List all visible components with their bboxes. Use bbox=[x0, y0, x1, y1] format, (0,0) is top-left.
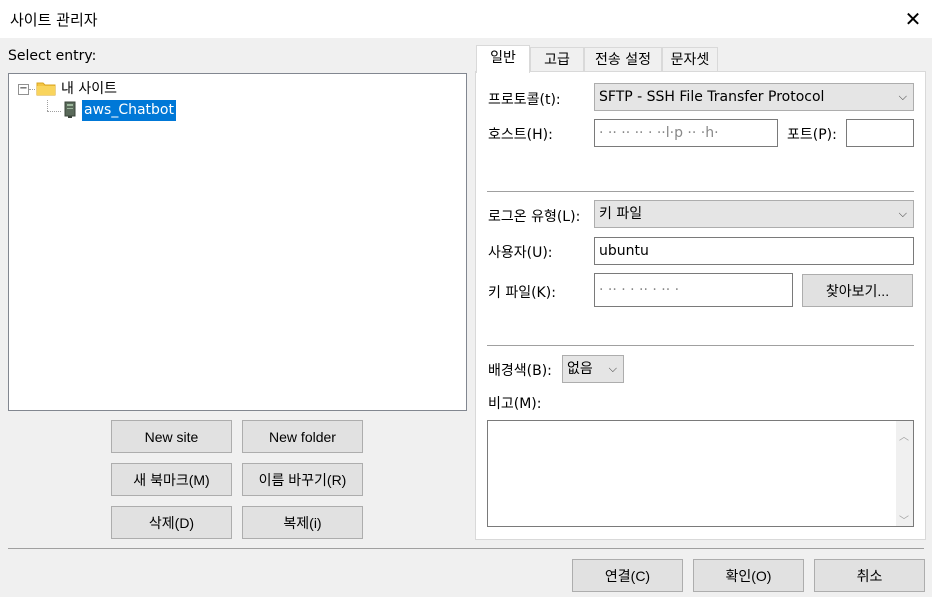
separator bbox=[487, 345, 914, 346]
comment-scrollbar[interactable]: ︿ ﹀ bbox=[896, 421, 913, 526]
rename-button[interactable]: 이름 바꾸기(R) bbox=[242, 463, 363, 496]
tree-item-aws-chatbot[interactable]: aws_Chatbot bbox=[82, 100, 176, 121]
tab-general[interactable]: 일반 bbox=[476, 45, 530, 73]
protocol-value: SFTP - SSH File Transfer Protocol bbox=[599, 89, 825, 105]
collapse-toggle[interactable]: − bbox=[18, 84, 29, 95]
ok-button[interactable]: 확인(O) bbox=[693, 559, 804, 592]
protocol-select[interactable]: SFTP - SSH File Transfer Protocol ⌵ bbox=[594, 83, 914, 111]
host-input[interactable]: · ·· ·· ·· · ··l·p ·· ·h· bbox=[594, 119, 778, 147]
tab-charset[interactable]: 문자셋 bbox=[662, 47, 718, 72]
keyfile-input[interactable]: · ·· · · ·· · ·· · bbox=[594, 273, 793, 307]
keyfile-label: 키 파일(K): bbox=[488, 285, 556, 301]
comment-textarea[interactable]: ︿ ﹀ bbox=[487, 420, 914, 527]
tab-advanced[interactable]: 고급 bbox=[530, 47, 584, 72]
new-bookmark-button[interactable]: 새 북마크(M) bbox=[111, 463, 232, 496]
window-title: 사이트 관리자 bbox=[10, 11, 98, 29]
close-icon[interactable]: ✕ bbox=[902, 8, 924, 30]
user-label: 사용자(U): bbox=[488, 245, 553, 261]
tree-connector bbox=[47, 111, 61, 112]
port-input[interactable] bbox=[846, 119, 914, 147]
tree-connector bbox=[47, 100, 48, 111]
protocol-label: 프로토콜(t): bbox=[488, 92, 561, 108]
duplicate-button[interactable]: 복제(i) bbox=[242, 506, 363, 539]
cancel-button[interactable]: 취소 bbox=[814, 559, 925, 592]
user-input[interactable]: ubuntu bbox=[594, 237, 914, 265]
site-tree[interactable]: − 내 사이트 aws_Chatbot bbox=[8, 73, 467, 411]
browse-button[interactable]: 찾아보기... bbox=[802, 274, 913, 307]
bgcolor-value: 없음 bbox=[567, 361, 593, 377]
tab-transfer-settings[interactable]: 전송 설정 bbox=[584, 47, 662, 72]
logon-type-value: 키 파일 bbox=[599, 206, 643, 222]
bgcolor-select[interactable]: 없음 ⌵ bbox=[562, 355, 624, 383]
logon-type-label: 로그온 유형(L): bbox=[488, 209, 581, 225]
tree-connector bbox=[29, 89, 35, 90]
chevron-down-icon: ⌵ bbox=[898, 207, 907, 220]
bgcolor-label: 배경색(B): bbox=[488, 363, 552, 379]
title-bar bbox=[0, 0, 932, 38]
logon-type-select[interactable]: 키 파일 ⌵ bbox=[594, 200, 914, 228]
chevron-down-icon: ⌵ bbox=[608, 362, 617, 375]
scroll-down-icon[interactable]: ﹀ bbox=[899, 509, 909, 526]
new-site-button[interactable]: New site bbox=[111, 420, 232, 453]
new-folder-button[interactable]: New folder bbox=[242, 420, 363, 453]
tree-root-label[interactable]: 내 사이트 bbox=[61, 78, 117, 98]
footer-separator bbox=[8, 548, 924, 549]
chevron-down-icon: ⌵ bbox=[898, 90, 907, 103]
connect-button[interactable]: 연결(C) bbox=[572, 559, 683, 592]
server-icon bbox=[63, 101, 77, 119]
host-label: 호스트(H): bbox=[488, 127, 553, 143]
scroll-up-icon[interactable]: ︿ bbox=[899, 425, 909, 451]
separator bbox=[487, 191, 914, 192]
select-entry-label: Select entry: bbox=[8, 48, 97, 64]
folder-icon bbox=[36, 80, 56, 96]
port-label: 포트(P): bbox=[787, 127, 837, 143]
comment-label: 비고(M): bbox=[488, 396, 542, 412]
delete-button[interactable]: 삭제(D) bbox=[111, 506, 232, 539]
